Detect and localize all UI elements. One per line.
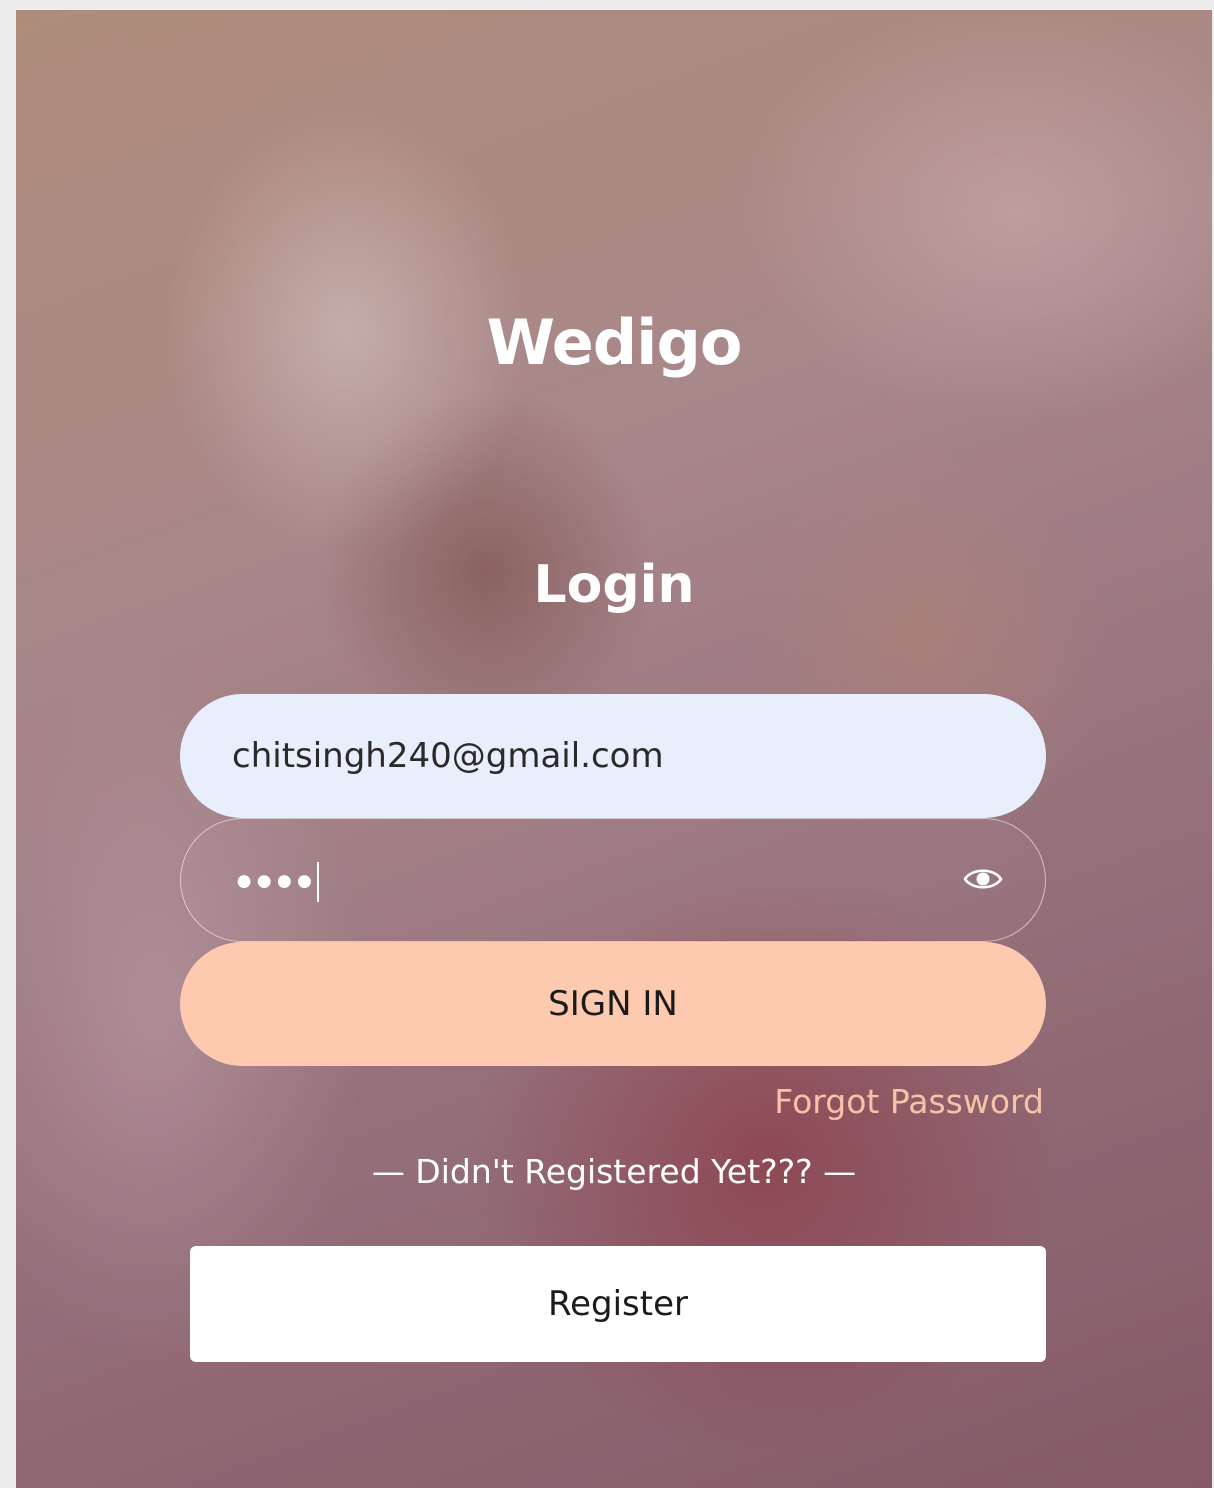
- login-screen: Wedigo Login ●●●● SIGN IN Forgot Passwor…: [16, 10, 1212, 1488]
- register-button[interactable]: Register: [190, 1246, 1046, 1362]
- text-caret: [317, 862, 320, 903]
- password-input[interactable]: ●●●●: [235, 859, 320, 903]
- brand-logo-text: Wedigo: [486, 306, 743, 379]
- password-mask: ●●●●: [235, 864, 316, 897]
- forgot-password-link[interactable]: Forgot Password: [774, 1082, 1044, 1121]
- password-field[interactable]: ●●●●: [180, 818, 1046, 942]
- register-prompt: — Didn't Registered Yet??? —: [371, 1152, 857, 1191]
- eye-icon[interactable]: [963, 863, 1003, 895]
- page-title: Login: [533, 555, 695, 615]
- email-field[interactable]: [180, 694, 1046, 818]
- sign-in-button[interactable]: SIGN IN: [180, 942, 1046, 1066]
- email-input[interactable]: [232, 694, 992, 818]
